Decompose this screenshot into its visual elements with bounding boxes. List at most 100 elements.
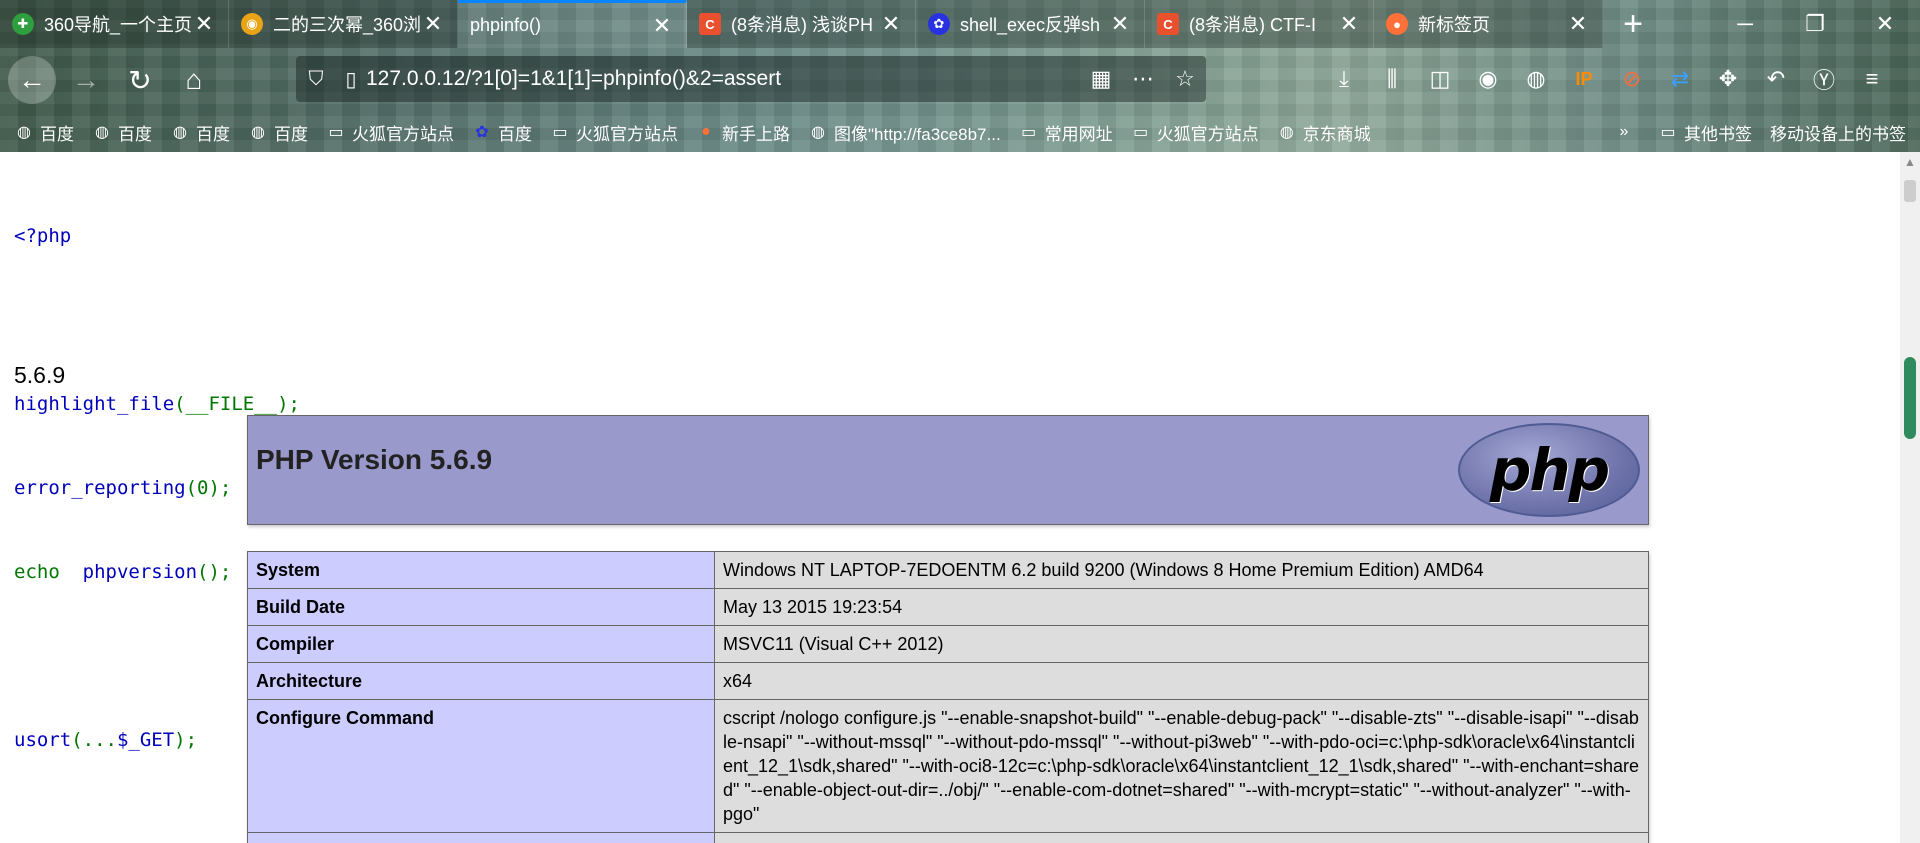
page-content: <?php highlight_file(__FILE__); error_re… <box>0 152 1900 843</box>
user-avatar-icon[interactable]: Ⓨ <box>1800 63 1848 95</box>
table-value-cell: cscript /nologo configure.js "--enable-s… <box>714 699 1649 833</box>
bookmark-folder[interactable]: ▭ 常用网址 <box>1019 120 1113 145</box>
bookmark-item[interactable]: ◍ 百度 <box>14 120 74 145</box>
table-row: Compiler MSVC11 (Visual C++ 2012) <box>247 625 1649 663</box>
php-logo[interactable]: php <box>1458 423 1640 517</box>
close-icon[interactable]: ✕ <box>1566 11 1590 37</box>
scroll-up-icon[interactable]: ▲ <box>1900 152 1920 172</box>
bookmark-folder[interactable]: ▭ 火狐官方站点 <box>326 120 454 145</box>
bookmark-label: 其他书签 <box>1684 124 1752 144</box>
phpinfo-header-box: PHP Version 5.6.9 php <box>247 415 1649 525</box>
tab-title: (8条消息) 浅谈PH <box>731 15 874 35</box>
nav-toolbar: ← → ↻ ⌂ ⛉ ▯ 127.0.0.12/?1[0]=1&1[1]=phpi… <box>0 48 1920 112</box>
account-icon[interactable]: ◉ <box>1464 66 1512 92</box>
close-icon[interactable]: ✕ <box>879 11 903 37</box>
restore-button[interactable]: ❐ <box>1780 0 1850 48</box>
bookmark-label: 火狐官方站点 <box>1156 124 1259 144</box>
minimize-button[interactable]: ─ <box>1710 0 1780 48</box>
reload-button[interactable]: ↻ <box>116 56 164 104</box>
forward-button[interactable]: → <box>62 56 110 104</box>
close-icon[interactable]: ✕ <box>192 11 216 37</box>
close-icon[interactable]: ✕ <box>1108 11 1132 37</box>
scrollbar-track-marker <box>1904 180 1916 202</box>
sidebar-icon[interactable]: ◫ <box>1416 66 1464 92</box>
library-icon[interactable]: ⫼ <box>1368 66 1416 92</box>
360-browser-icon: ◉ <box>241 13 263 35</box>
baidu-icon: ✿ <box>928 13 950 35</box>
menu-icon[interactable]: ≡ <box>1848 66 1896 92</box>
bookmark-label: 京东商城 <box>1302 124 1371 144</box>
close-icon[interactable]: ✕ <box>1337 11 1361 37</box>
table-key-cell: Configure Command <box>247 699 715 833</box>
folder-icon: ▭ <box>552 124 568 141</box>
bookmark-folder[interactable]: ▭ 火狐官方站点 <box>1131 120 1259 145</box>
table-row: Architecture x64 <box>247 662 1649 700</box>
close-window-button[interactable]: ✕ <box>1850 0 1920 48</box>
bookmark-item[interactable]: ◍ 百度 <box>248 120 308 145</box>
scrollbar-thumb[interactable] <box>1904 357 1916 439</box>
url-bar[interactable]: ⛉ ▯ 127.0.0.12/?1[0]=1&1[1]=phpinfo()&2=… <box>296 56 1206 102</box>
tab-360-nav[interactable]: ✚ 360导航_一个主页 ✕ <box>0 0 229 48</box>
vertical-scrollbar[interactable]: ▲ <box>1900 152 1920 843</box>
code-args: (__FILE__); <box>174 393 300 415</box>
bookmark-star-icon[interactable]: ☆ <box>1164 66 1206 92</box>
code-function: phpversion <box>82 561 198 583</box>
tab-title: phpinfo() <box>470 15 542 35</box>
code-function: error_reporting <box>14 477 186 499</box>
other-bookmarks-folder[interactable]: ▭ 其他书签 <box>1658 120 1752 145</box>
bookmark-item[interactable]: ◍ 百度 <box>170 120 230 145</box>
bookmark-item[interactable]: ● 新手上路 <box>696 120 790 145</box>
code-args: (); <box>197 561 232 583</box>
table-key-cell: Architecture <box>247 662 715 700</box>
php-open-tag: <?php <box>14 225 72 247</box>
download-icon[interactable]: ⤓ <box>1320 66 1368 92</box>
qr-code-icon[interactable]: ▦ <box>1080 66 1122 92</box>
tab-phpinfo[interactable]: phpinfo() ✕ <box>458 0 687 48</box>
close-icon[interactable]: ✕ <box>650 13 674 39</box>
undo-icon[interactable]: ↶ <box>1752 66 1800 92</box>
block-icon[interactable]: ⊘ <box>1608 66 1656 92</box>
code-variable: $_GET <box>116 729 175 751</box>
table-row: Configure Command cscript /nologo configu… <box>247 699 1649 833</box>
bookmark-item[interactable]: ✿ 百度 <box>472 120 532 145</box>
folder-icon: ▭ <box>1660 124 1676 141</box>
close-icon[interactable]: ✕ <box>421 11 445 37</box>
back-button[interactable]: ← <box>8 56 56 104</box>
tab-csdn-2[interactable]: C (8条消息) CTF-I ✕ <box>1145 0 1374 48</box>
page-icon[interactable]: ▯ <box>336 67 366 92</box>
bookmark-item[interactable]: ◍ 百度 <box>92 120 152 145</box>
tab-csdn-1[interactable]: C (8条消息) 浅谈PH ✕ <box>687 0 916 48</box>
globe-icon[interactable]: ◍ <box>1512 66 1560 92</box>
code-function: highlight_file <box>14 393 175 415</box>
mobile-bookmarks-folder[interactable]: 移动设备上的书签 <box>1770 120 1906 145</box>
code-args: (... <box>71 729 117 751</box>
url-text[interactable]: 127.0.0.12/?1[0]=1&1[1]=phpinfo()&2=asse… <box>366 67 1080 91</box>
bookmark-label: 百度 <box>40 124 74 144</box>
folder-icon: ▭ <box>1021 124 1037 141</box>
bookmark-label: 常用网址 <box>1044 124 1113 144</box>
shield-icon[interactable]: ⛉ <box>296 68 336 91</box>
more-actions-icon[interactable]: ⋯ <box>1122 66 1164 92</box>
tab-360-browser[interactable]: ◉ 二的三次幂_360浏 ✕ <box>229 0 458 48</box>
bookmark-folder[interactable]: ▭ 火狐官方站点 <box>550 120 678 145</box>
new-tab-button[interactable]: + <box>1603 0 1663 48</box>
sync-icon[interactable]: ⇄ <box>1656 66 1704 92</box>
bookmarks-overflow-button[interactable]: » <box>1614 122 1640 142</box>
code-args: ); <box>174 729 198 751</box>
table-value-cell: MSVC11 (Visual C++ 2012) <box>714 625 1649 663</box>
bookmark-item[interactable]: ◍ 图像"http://fa3ce8b7... <box>808 120 1001 145</box>
toolbar-right: ⤓ ⫼ ◫ ◉ ◍ IP ⊘ ⇄ ✥ ↶ Ⓨ ≡ <box>1320 56 1896 102</box>
bookmark-item[interactable]: ◍ 京东商城 <box>1277 120 1371 145</box>
tab-new[interactable]: ● 新标签页 ✕ <box>1374 0 1603 48</box>
ip-icon[interactable]: IP <box>1560 69 1608 90</box>
arrow-left-icon: ← <box>18 64 46 95</box>
tab-title: shell_exec反弹sh <box>960 15 1101 35</box>
home-button[interactable]: ⌂ <box>170 56 218 104</box>
tab-shell-exec[interactable]: ✿ shell_exec反弹sh ✕ <box>916 0 1145 48</box>
bookmark-label: 百度 <box>118 124 152 144</box>
browser-chrome: ✚ 360导航_一个主页 ✕ ◉ 二的三次幂_360浏 ✕ phpinfo() … <box>0 0 1920 152</box>
firefox-icon: ● <box>701 123 711 140</box>
extension-icon[interactable]: ✥ <box>1704 66 1752 92</box>
globe-icon: ◍ <box>1279 124 1294 141</box>
